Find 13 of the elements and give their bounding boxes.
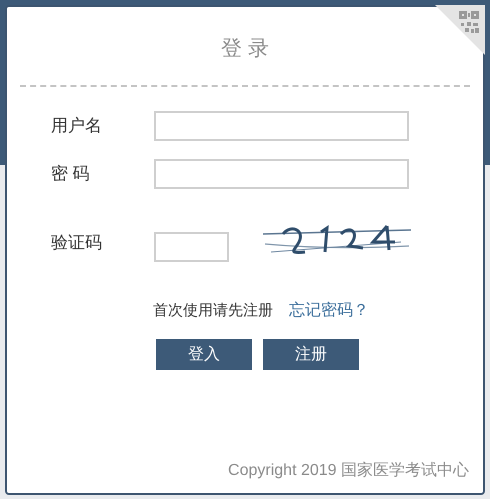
forgot-password-link[interactable]: 忘记密码？: [289, 299, 369, 323]
field-label: 用户名: [51, 115, 103, 138]
login-button[interactable]: 登入: [156, 339, 252, 370]
register-hint: 首次使用请先注册: [153, 300, 273, 321]
copyright-text: Copyright 2019 国家医学考试中心: [228, 460, 469, 481]
field-label: 密 码: [51, 163, 91, 186]
field-label: 验证码: [51, 232, 103, 254]
input-field[interactable]: [154, 111, 409, 141]
qr-code-icon[interactable]: [435, 5, 485, 55]
captcha-field[interactable]: [154, 232, 229, 262]
register-button[interactable]: 注册: [263, 339, 359, 370]
input-field[interactable]: [154, 159, 409, 189]
dialog-title: 登 录: [221, 36, 269, 62]
